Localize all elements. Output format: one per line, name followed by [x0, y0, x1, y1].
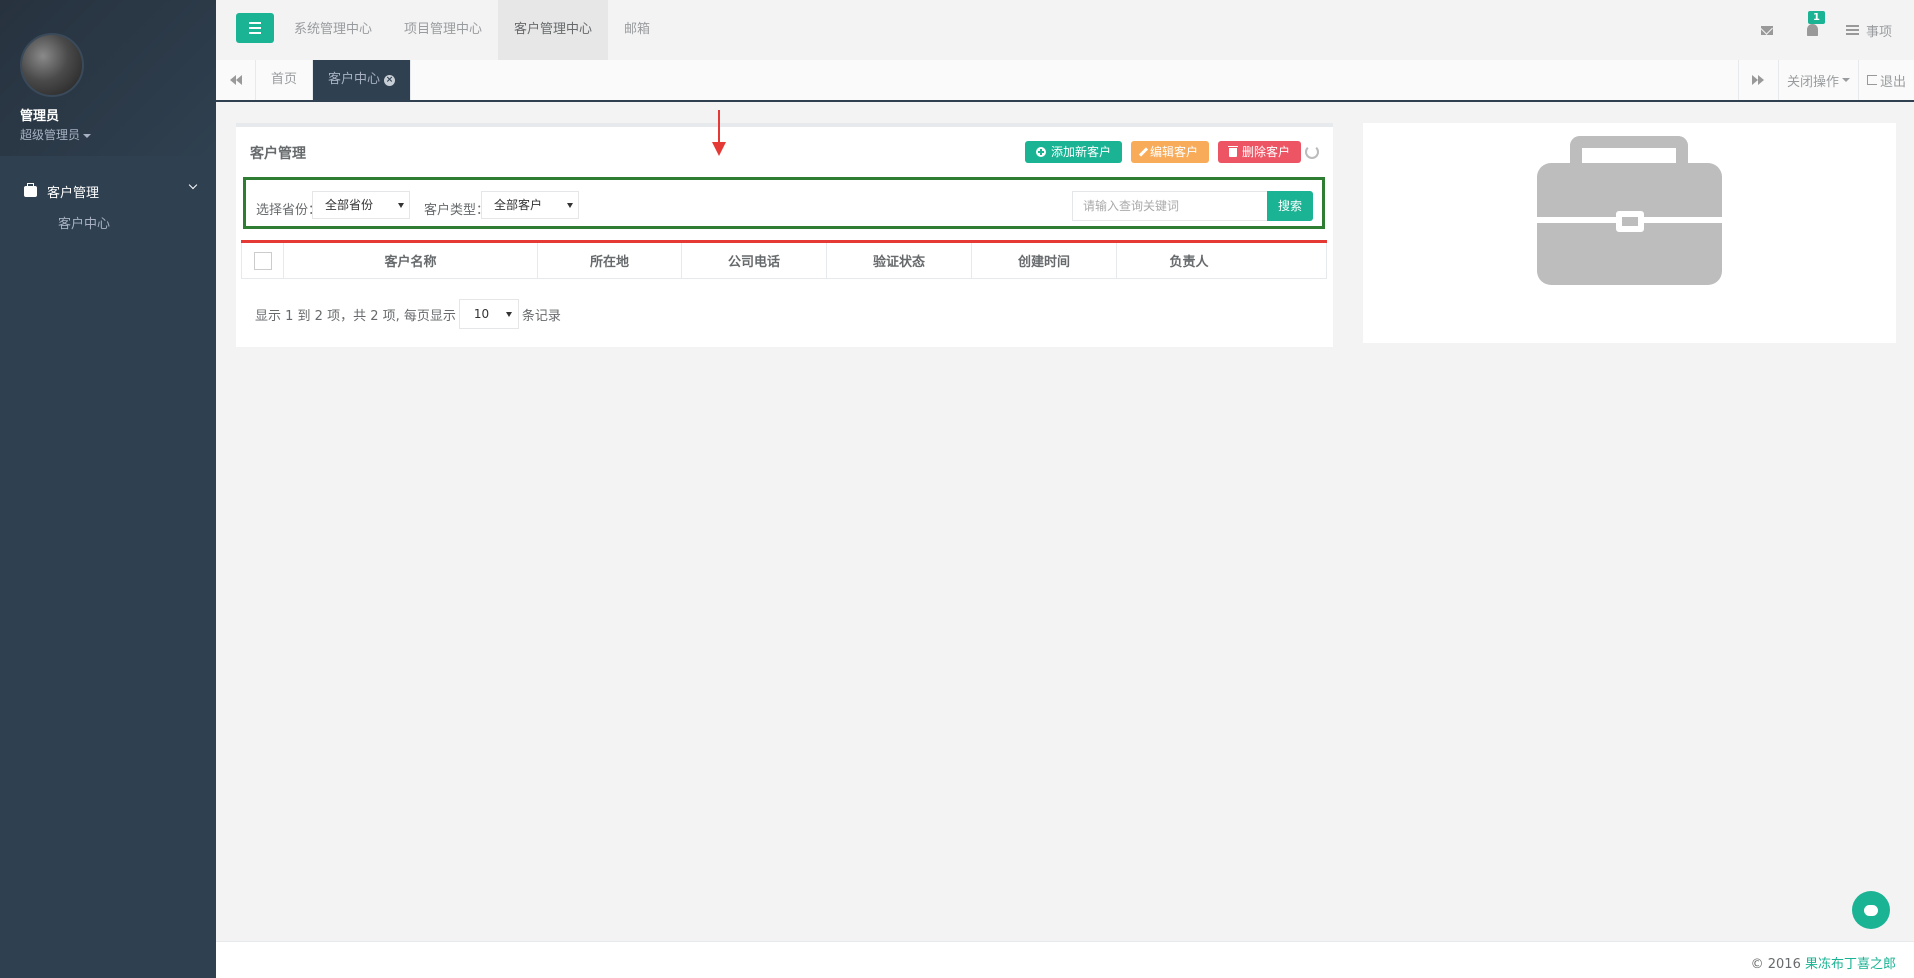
edit-customer-label: 编辑客户 [1149, 145, 1198, 159]
menu-toggle-button[interactable] [236, 13, 274, 43]
topnav-system-center[interactable]: 系统管理中心 [278, 0, 388, 60]
tabs-right-actions: 关闭操作 退出 [1737, 60, 1914, 100]
customer-type-select[interactable]: 全部客户 [481, 191, 579, 219]
page-size-select[interactable]: 10 [458, 299, 519, 329]
add-customer-label: 添加新客户 [1050, 145, 1111, 159]
caret-down-icon [567, 203, 573, 208]
close-operations-dropdown[interactable]: 关闭操作 [1777, 60, 1858, 100]
tab-scroll-right-button[interactable] [1737, 60, 1778, 100]
chat-button[interactable] [1852, 891, 1890, 929]
tab-scroll-left-button[interactable] [216, 60, 256, 100]
briefcase-clasp [1616, 211, 1644, 232]
panel-title: 客户管理 [250, 146, 306, 162]
topnav-customer-center[interactable]: 客户管理中心 [498, 0, 609, 60]
pencil-icon [1138, 147, 1149, 157]
select-all-checkbox[interactable] [253, 251, 272, 270]
todo-link[interactable]: 事项 [1866, 21, 1892, 40]
caret-down-icon [398, 203, 404, 208]
column-header[interactable]: 创建时间 [972, 243, 1117, 278]
double-chevron-left-icon [229, 75, 242, 85]
customer-type-label: 客户类型： [424, 203, 490, 218]
tab-home[interactable]: 首页 [256, 60, 314, 100]
page-size-value: 10 [473, 307, 490, 321]
column-header[interactable]: 负责人 [1117, 243, 1261, 278]
province-select-value: 全部省份 [325, 198, 374, 212]
notification-badge: 1 [1807, 11, 1825, 24]
caret-down-icon [83, 133, 92, 138]
bell-icon [1806, 24, 1818, 36]
copyright: © 2016 [1750, 957, 1801, 972]
top-nav: 系统管理中心 项目管理中心 客户管理中心 邮箱 [278, 0, 666, 60]
customer-table-header: 客户名称 所在地 公司电话 验证状态 创建时间 负责人 [241, 243, 1327, 279]
chat-bubble-icon [1864, 904, 1878, 916]
content-tabs: 首页 客户中心 × [256, 60, 412, 100]
footer: © 2016 果冻布丁喜之郎 [216, 941, 1914, 978]
double-chevron-right-icon [1752, 75, 1765, 85]
sidebar-item-label: 客户管理 [47, 186, 100, 201]
sidebar: 管理员 超级管理员 客户管理 客户中心 [0, 0, 216, 978]
search-input[interactable]: 请输入查询关键词 [1072, 191, 1268, 221]
column-header[interactable]: 验证状态 [827, 243, 972, 278]
top-navbar: 系统管理中心 项目管理中心 客户管理中心 邮箱 1 事项 [216, 0, 1914, 60]
tab-label: 客户中心 [328, 72, 381, 87]
plus-circle-icon [1035, 147, 1046, 157]
logout-button[interactable]: 退出 [1857, 60, 1914, 100]
user-name: 管理员 [20, 109, 60, 124]
sidebar-item-customer-center[interactable]: 客户中心 [0, 208, 216, 242]
user-role-dropdown[interactable]: 超级管理员 [20, 126, 216, 143]
trash-icon [1227, 145, 1238, 157]
tasks-icon[interactable] [1845, 25, 1859, 35]
pagination-summary: 显示 1 到 2 项，共 2 项, 每页显示 [255, 308, 456, 324]
close-icon[interactable]: × [384, 74, 396, 86]
tab-label: 首页 [271, 72, 298, 87]
pagination-info: 显示 1 到 2 项，共 2 项, 每页显示 10 条记录 [255, 299, 561, 329]
filter-bar: 选择省份： 全部省份 客户类型： 全部客户 请输入查询关键词 搜索 [243, 177, 1325, 229]
pagination-suffix: 条记录 [521, 308, 561, 324]
user-role-label: 超级管理员 [20, 128, 81, 142]
avatar[interactable] [20, 33, 84, 97]
refresh-icon[interactable] [1305, 145, 1319, 159]
sign-out-icon [1866, 75, 1877, 85]
column-header[interactable]: 所在地 [538, 243, 682, 278]
add-customer-button[interactable]: 添加新客户 [1024, 141, 1122, 163]
caret-down-icon [505, 312, 512, 317]
delete-customer-button[interactable]: 删除客户 [1217, 141, 1301, 163]
topnav-project-center[interactable]: 项目管理中心 [388, 0, 498, 60]
column-header[interactable]: 客户名称 [284, 243, 538, 278]
logout-label: 退出 [1879, 74, 1906, 90]
close-operations-label: 关闭操作 [1786, 74, 1839, 90]
select-all-cell [242, 243, 284, 278]
brand-link[interactable]: 果冻布丁喜之郎 [1805, 957, 1896, 972]
search-button[interactable]: 搜索 [1267, 191, 1313, 221]
customer-management-panel: 客户管理 添加新客户 编辑客户 删除客户 选择省份： 全部省份 客户类型： 全部… [236, 123, 1333, 347]
delete-customer-label: 删除客户 [1241, 145, 1290, 159]
notifications-button[interactable]: 1 [1806, 11, 1825, 36]
column-header[interactable]: 公司电话 [682, 243, 827, 278]
caret-down-icon [1841, 78, 1850, 82]
footer-text: © 2016 果冻布丁喜之郎 [1751, 953, 1896, 972]
toolbar: 添加新客户 编辑客户 删除客户 [1024, 141, 1301, 163]
topnav-mailbox[interactable]: 邮箱 [608, 0, 666, 60]
info-panel [1363, 123, 1896, 343]
top-right-actions: 1 事项 [1760, 0, 1914, 60]
user-profile: 管理员 超级管理员 [0, 0, 216, 156]
content-tabs-bar: 首页 客户中心 × 关闭操作 退出 [216, 60, 1914, 102]
customer-type-select-value: 全部客户 [494, 198, 543, 212]
edit-customer-button[interactable]: 编辑客户 [1130, 141, 1209, 163]
envelope-icon[interactable] [1760, 25, 1773, 35]
tab-customer-center[interactable]: 客户中心 × [313, 60, 412, 100]
province-select[interactable]: 全部省份 [312, 191, 410, 219]
annotation-red-arrow [712, 110, 726, 156]
briefcase-icon [24, 183, 37, 197]
chevron-down-icon [188, 180, 198, 190]
sidebar-item-customer-management[interactable]: 客户管理 [0, 156, 216, 206]
